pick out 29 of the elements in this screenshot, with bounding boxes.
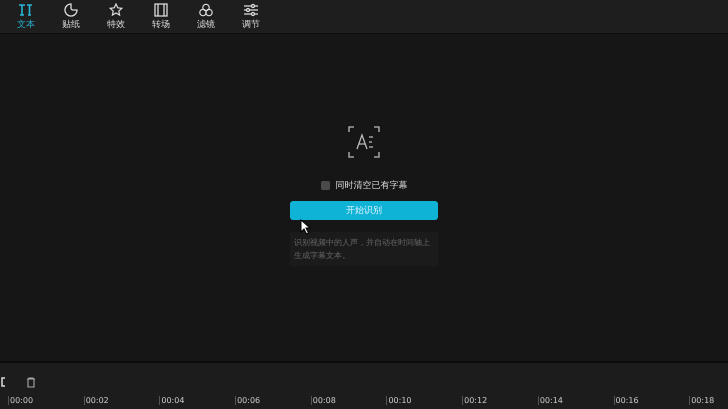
time-label: 00:02 — [86, 396, 109, 405]
tab[interactable]: 特效 — [98, 0, 134, 33]
tab[interactable]: 滤镜 — [188, 0, 224, 33]
time-label: 00:18 — [691, 396, 714, 405]
time-label: 00:14 — [540, 396, 563, 405]
time-label: 00:16 — [616, 396, 639, 405]
tab[interactable]: 贴纸 — [53, 0, 89, 33]
star-icon — [108, 3, 124, 17]
checkbox[interactable] — [320, 181, 330, 190]
time-label: 00:10 — [388, 396, 412, 405]
time-label: 00:00 — [10, 396, 34, 405]
subtitle-recognition-icon — [348, 126, 380, 158]
circles-icon — [198, 3, 214, 17]
sliders-icon — [243, 3, 259, 17]
time-label: 00:12 — [464, 396, 488, 405]
time-label: 00:08 — [312, 396, 336, 405]
tab[interactable]: 文本 — [8, 0, 44, 33]
trash-icon[interactable] — [26, 376, 36, 388]
tab[interactable]: 转场 — [143, 0, 179, 33]
bracket-icon[interactable] — [1, 377, 6, 387]
time-label: 00:04 — [161, 396, 184, 405]
checkbox-label: 同时清空已有字幕 — [336, 180, 408, 192]
time-label: 00:06 — [237, 396, 260, 405]
tab[interactable]: 调节 — [233, 0, 269, 33]
frame-icon — [153, 3, 169, 17]
sticker-icon — [63, 3, 79, 17]
cursor-icon — [300, 219, 311, 235]
text-icon — [18, 3, 34, 17]
description-text: 识别视频中的人声，并自动在时间轴上生成字幕文本。 — [290, 232, 438, 266]
